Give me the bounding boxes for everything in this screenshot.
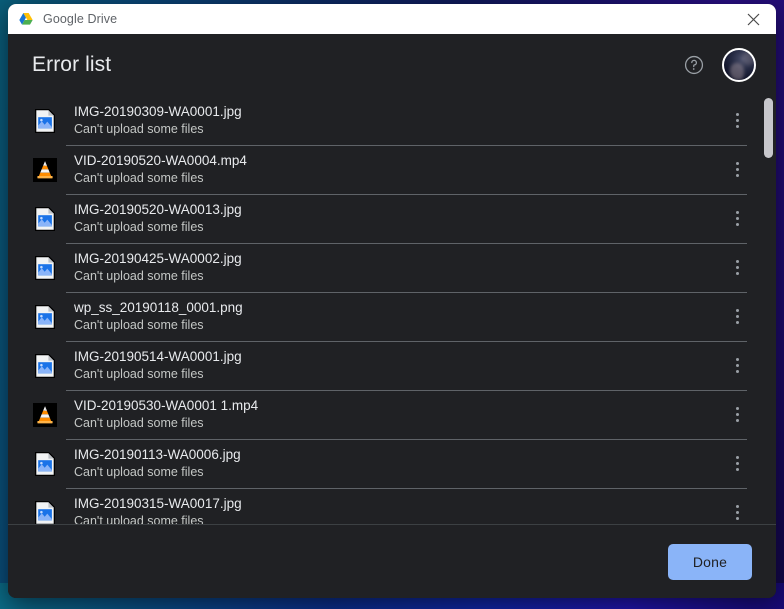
list-item-filename: VID-20190530-WA0001 1.mp4: [74, 398, 259, 413]
list-item[interactable]: IMG-20190425-WA0002.jpg Can't upload some…: [8, 243, 760, 292]
window-titlebar: Google Drive: [8, 4, 776, 34]
google-drive-logo-icon: [19, 13, 33, 25]
list-item[interactable]: IMG-20190514-WA0001.jpg Can't upload some…: [8, 341, 760, 390]
error-list-scroll-area: IMG-20190309-WA0001.jpg Can't upload some…: [8, 96, 776, 524]
more-vertical-icon[interactable]: [720, 153, 754, 187]
list-item-filename: wp_ss_20190118_0001.png: [74, 300, 243, 315]
close-icon: [747, 13, 760, 25]
image-file-icon: [35, 451, 55, 476]
more-vertical-icon[interactable]: [720, 349, 754, 383]
more-vertical-icon[interactable]: [720, 447, 754, 481]
list-item-filename: IMG-20190309-WA0001.jpg: [74, 104, 242, 119]
list-item-status: Can't upload some files: [74, 367, 204, 381]
error-list-dialog: Error list IMG-20190309-WA0001.jpg Can't …: [8, 34, 776, 598]
header-actions: [682, 48, 756, 82]
vlc-video-file-icon: [33, 157, 57, 182]
list-item-text: IMG-20190309-WA0001.jpg Can't upload some…: [74, 104, 720, 137]
list-item-status: Can't upload some files: [74, 465, 204, 479]
list-item-text: IMG-20190425-WA0002.jpg Can't upload some…: [74, 251, 720, 284]
list-item[interactable]: VID-20190530-WA0001 1.mp4 Can't upload so…: [8, 390, 760, 439]
image-file-icon: [35, 108, 55, 133]
image-file-icon: [35, 255, 55, 280]
list-item-filename: IMG-20190113-WA0006.jpg: [74, 447, 241, 462]
list-item-filename: IMG-20190514-WA0001.jpg: [74, 349, 242, 364]
close-button[interactable]: [731, 4, 776, 34]
list-item-status: Can't upload some files: [74, 318, 204, 332]
dialog-footer: Done: [8, 524, 776, 598]
more-vertical-icon[interactable]: [720, 104, 754, 138]
help-button[interactable]: [682, 53, 706, 77]
list-item[interactable]: VID-20190520-WA0004.mp4 Can't upload some…: [8, 145, 760, 194]
image-file-icon: [35, 500, 55, 524]
list-item-filename: IMG-20190425-WA0002.jpg: [74, 251, 242, 266]
more-vertical-icon[interactable]: [720, 300, 754, 334]
list-item[interactable]: IMG-20190113-WA0006.jpg Can't upload some…: [8, 439, 760, 488]
avatar[interactable]: [722, 48, 756, 82]
list-scrollbar[interactable]: [763, 96, 774, 524]
list-item[interactable]: IMG-20190309-WA0001.jpg Can't upload some…: [8, 96, 760, 145]
more-vertical-icon[interactable]: [720, 251, 754, 285]
more-vertical-icon[interactable]: [720, 398, 754, 432]
done-button[interactable]: Done: [668, 543, 752, 580]
image-file-icon: [35, 304, 55, 329]
list-item[interactable]: IMG-20190315-WA0017.jpg Can't upload some…: [8, 488, 760, 524]
list-item-text: IMG-20190113-WA0006.jpg Can't upload some…: [74, 447, 720, 480]
error-list: IMG-20190309-WA0001.jpg Can't upload some…: [8, 96, 776, 524]
scrollbar-thumb[interactable]: [764, 98, 773, 158]
vlc-video-file-icon: [33, 402, 57, 427]
list-item-status: Can't upload some files: [74, 416, 204, 430]
list-item-status: Can't upload some files: [74, 514, 204, 524]
image-file-icon: [35, 353, 55, 378]
list-item-text: IMG-20190520-WA0013.jpg Can't upload some…: [74, 202, 720, 235]
more-vertical-icon[interactable]: [720, 496, 754, 525]
list-item-filename: IMG-20190520-WA0013.jpg: [74, 202, 242, 217]
list-item-status: Can't upload some files: [74, 220, 204, 234]
list-item-status: Can't upload some files: [74, 122, 204, 136]
list-item-status: Can't upload some files: [74, 269, 204, 283]
list-item[interactable]: wp_ss_20190118_0001.png Can't upload some…: [8, 292, 760, 341]
window-title: Google Drive: [43, 12, 118, 26]
list-item-text: wp_ss_20190118_0001.png Can't upload some…: [74, 300, 720, 333]
page-title: Error list: [32, 53, 112, 76]
list-item[interactable]: IMG-20190520-WA0013.jpg Can't upload some…: [8, 194, 760, 243]
list-item-text: IMG-20190514-WA0001.jpg Can't upload some…: [74, 349, 720, 382]
list-item-status: Can't upload some files: [74, 171, 204, 185]
dialog-header: Error list: [8, 34, 776, 96]
list-item-filename: IMG-20190315-WA0017.jpg: [74, 496, 242, 511]
help-circle-icon: [684, 55, 704, 75]
list-item-text: VID-20190530-WA0001 1.mp4 Can't upload so…: [74, 398, 720, 431]
image-file-icon: [35, 206, 55, 231]
list-item-text: VID-20190520-WA0004.mp4 Can't upload some…: [74, 153, 720, 186]
list-item-filename: VID-20190520-WA0004.mp4: [74, 153, 247, 168]
list-item-text: IMG-20190315-WA0017.jpg Can't upload some…: [74, 496, 720, 524]
more-vertical-icon[interactable]: [720, 202, 754, 236]
google-drive-error-dialog-window: Google Drive Error list IMG-20190309-WA0…: [8, 4, 776, 598]
